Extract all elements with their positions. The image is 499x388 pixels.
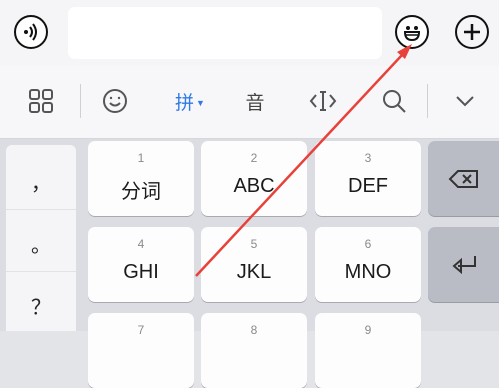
- enter-icon: [451, 255, 476, 274]
- toolbar-collapse-button[interactable]: [448, 82, 482, 120]
- key-6[interactable]: 6 MNO: [315, 227, 421, 302]
- key-number: 7: [137, 323, 145, 337]
- grid-icon: [29, 89, 53, 113]
- triangle-down-icon: ▼: [196, 98, 205, 108]
- key-4[interactable]: 4 GHI: [88, 227, 194, 302]
- keyboard: ， 。 ？ 1 分词 2 ABC 3 DEF 4 GHI 5 JKL 6 MNO…: [0, 139, 499, 388]
- key-2[interactable]: 2 ABC: [201, 141, 307, 216]
- backspace-button[interactable]: [428, 141, 499, 216]
- key-label: ABC: [233, 175, 275, 197]
- key-number: 8: [250, 323, 258, 337]
- enter-button[interactable]: [428, 227, 499, 302]
- punct-key-period[interactable]: 。: [6, 215, 76, 272]
- toolbar-pinyin-button[interactable]: 拼 ▼: [167, 82, 213, 120]
- message-input[interactable]: [68, 7, 382, 59]
- voice-button[interactable]: [14, 15, 48, 49]
- voice-icon: [24, 23, 37, 41]
- key-number: 9: [364, 323, 372, 337]
- search-icon: [383, 90, 406, 113]
- key-number: 2: [250, 151, 258, 165]
- smiley-icon: [103, 89, 127, 113]
- emoji-button[interactable]: [395, 15, 429, 49]
- toolbar-grid-button[interactable]: [22, 82, 60, 120]
- punct-key-question[interactable]: ？: [6, 277, 76, 333]
- toolbar-search-button[interactable]: [375, 82, 413, 120]
- key-1[interactable]: 1 分词: [88, 141, 194, 216]
- punct-key-comma[interactable]: ，: [6, 153, 76, 210]
- pinyin-label: 拼: [175, 92, 195, 114]
- key-label: DEF: [348, 175, 388, 197]
- key-7[interactable]: 7: [88, 313, 194, 388]
- cursor-icon: [309, 91, 337, 111]
- toolbar-separator: [427, 84, 428, 118]
- key-label: JKL: [236, 261, 272, 283]
- voice-input-label: 音: [245, 92, 265, 114]
- key-number: 3: [364, 151, 372, 165]
- keyboard-toolbar: 拼 ▼ 音: [0, 66, 499, 139]
- key-number: 1: [137, 151, 145, 165]
- key-label: MNO: [344, 261, 392, 283]
- key-number: 5: [250, 237, 258, 251]
- input-bar: [0, 0, 499, 67]
- toolbar-voice-input-button[interactable]: 音: [236, 82, 274, 120]
- key-3[interactable]: 3 DEF: [315, 141, 421, 216]
- emoji-icon: [403, 26, 421, 42]
- toolbar-emoji-button[interactable]: [96, 82, 134, 120]
- chevron-down-icon: [456, 96, 474, 107]
- key-number: 6: [364, 237, 372, 251]
- key-9[interactable]: 9: [315, 313, 421, 388]
- toolbar-separator: [80, 84, 81, 118]
- add-button[interactable]: [455, 15, 489, 49]
- toolbar-cursor-button[interactable]: [304, 82, 342, 120]
- backspace-icon: [448, 169, 478, 188]
- key-5[interactable]: 5 JKL: [201, 227, 307, 302]
- punctuation-column: ， 。 ？: [6, 145, 76, 331]
- plus-icon: [464, 24, 480, 40]
- key-8[interactable]: 8: [201, 313, 307, 388]
- key-number: 4: [137, 237, 145, 251]
- key-label: 分词: [121, 181, 161, 203]
- key-label: GHI: [123, 261, 159, 283]
